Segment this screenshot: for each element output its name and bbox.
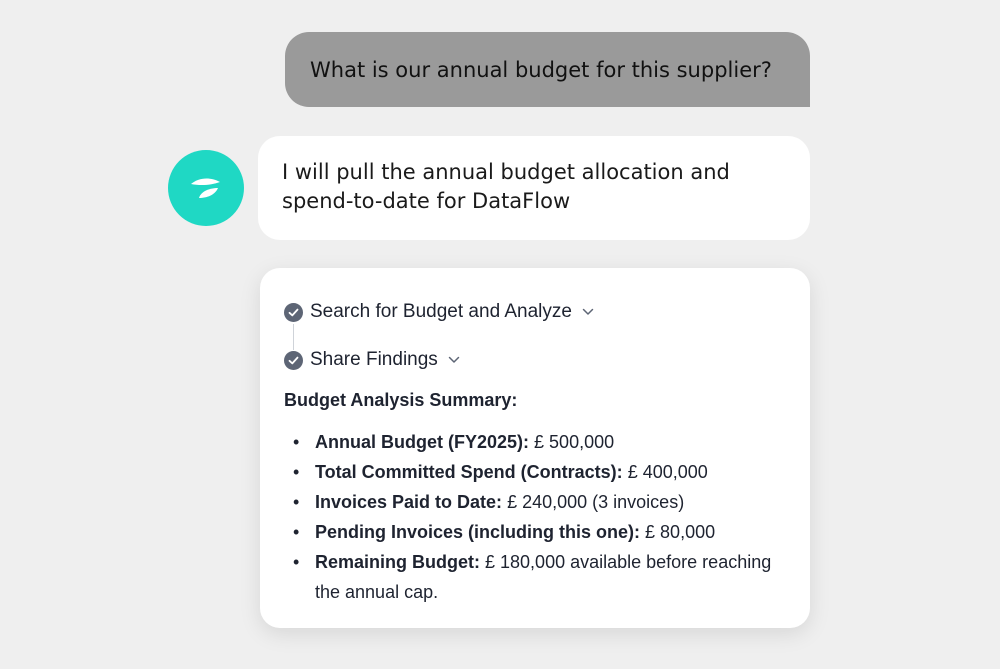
summary-item-committed-spend: • Total Committed Spend (Contracts): £ 4… [284,457,784,487]
summary-item-label: Remaining Budget: [315,552,480,572]
step-label: Search for Budget and Analyze [310,301,572,322]
summary-item-label: Total Committed Spend (Contracts): [315,462,623,482]
bullet-icon: • [293,522,300,542]
bullet-icon: • [293,462,300,482]
summary-item-annual-budget: • Annual Budget (FY2025): £ 500,000 [284,427,784,457]
step-share-findings[interactable]: Share Findings [284,346,460,374]
bullet-icon: • [293,552,300,572]
assistant-message-line: I will pull the annual budget allocation… [282,160,730,184]
summary-item-label: Annual Budget (FY2025): [315,432,530,452]
user-message-text: What is our annual budget for this suppl… [310,57,772,82]
summary-item-label: Pending Invoices (including this one): [315,522,641,542]
summary-item-pending-invoices: • Pending Invoices (including this one):… [284,517,784,547]
summary-list: • Annual Budget (FY2025): £ 500,000 • To… [284,427,784,607]
bullet-icon: • [293,492,300,512]
assistant-message-bubble: I will pull the annual budget allocation… [258,136,810,240]
results-card: Search for Budget and Analyze Share Find… [260,268,810,628]
check-circle-icon [284,302,303,322]
step-label: Share Findings [310,349,438,370]
bullet-icon: • [293,432,300,452]
leaf-logo-icon [191,178,220,198]
summary-item-invoices-paid: • Invoices Paid to Date: £ 240,000 (3 in… [284,487,784,517]
chevron-down-icon[interactable] [448,356,460,364]
step-search-budget[interactable]: Search for Budget and Analyze [284,298,594,326]
summary-item-value: £ 400,000 [627,462,708,482]
assistant-message-line: spend-to-date for DataFlow [282,189,571,213]
check-circle-icon [284,350,303,370]
summary-item-remaining-budget: • Remaining Budget: £ 180,000 available … [284,547,784,607]
summary-item-value: £ 240,000 (3 invoices) [507,492,685,512]
summary-title: Budget Analysis Summary: [284,390,518,410]
summary-item-label: Invoices Paid to Date: [315,492,503,512]
summary-item-value: £ 500,000 [534,432,615,452]
user-message-bubble: What is our annual budget for this suppl… [285,32,810,107]
assistant-avatar [168,150,244,226]
chevron-down-icon[interactable] [582,308,594,316]
summary-item-value: £ 80,000 [645,522,716,542]
